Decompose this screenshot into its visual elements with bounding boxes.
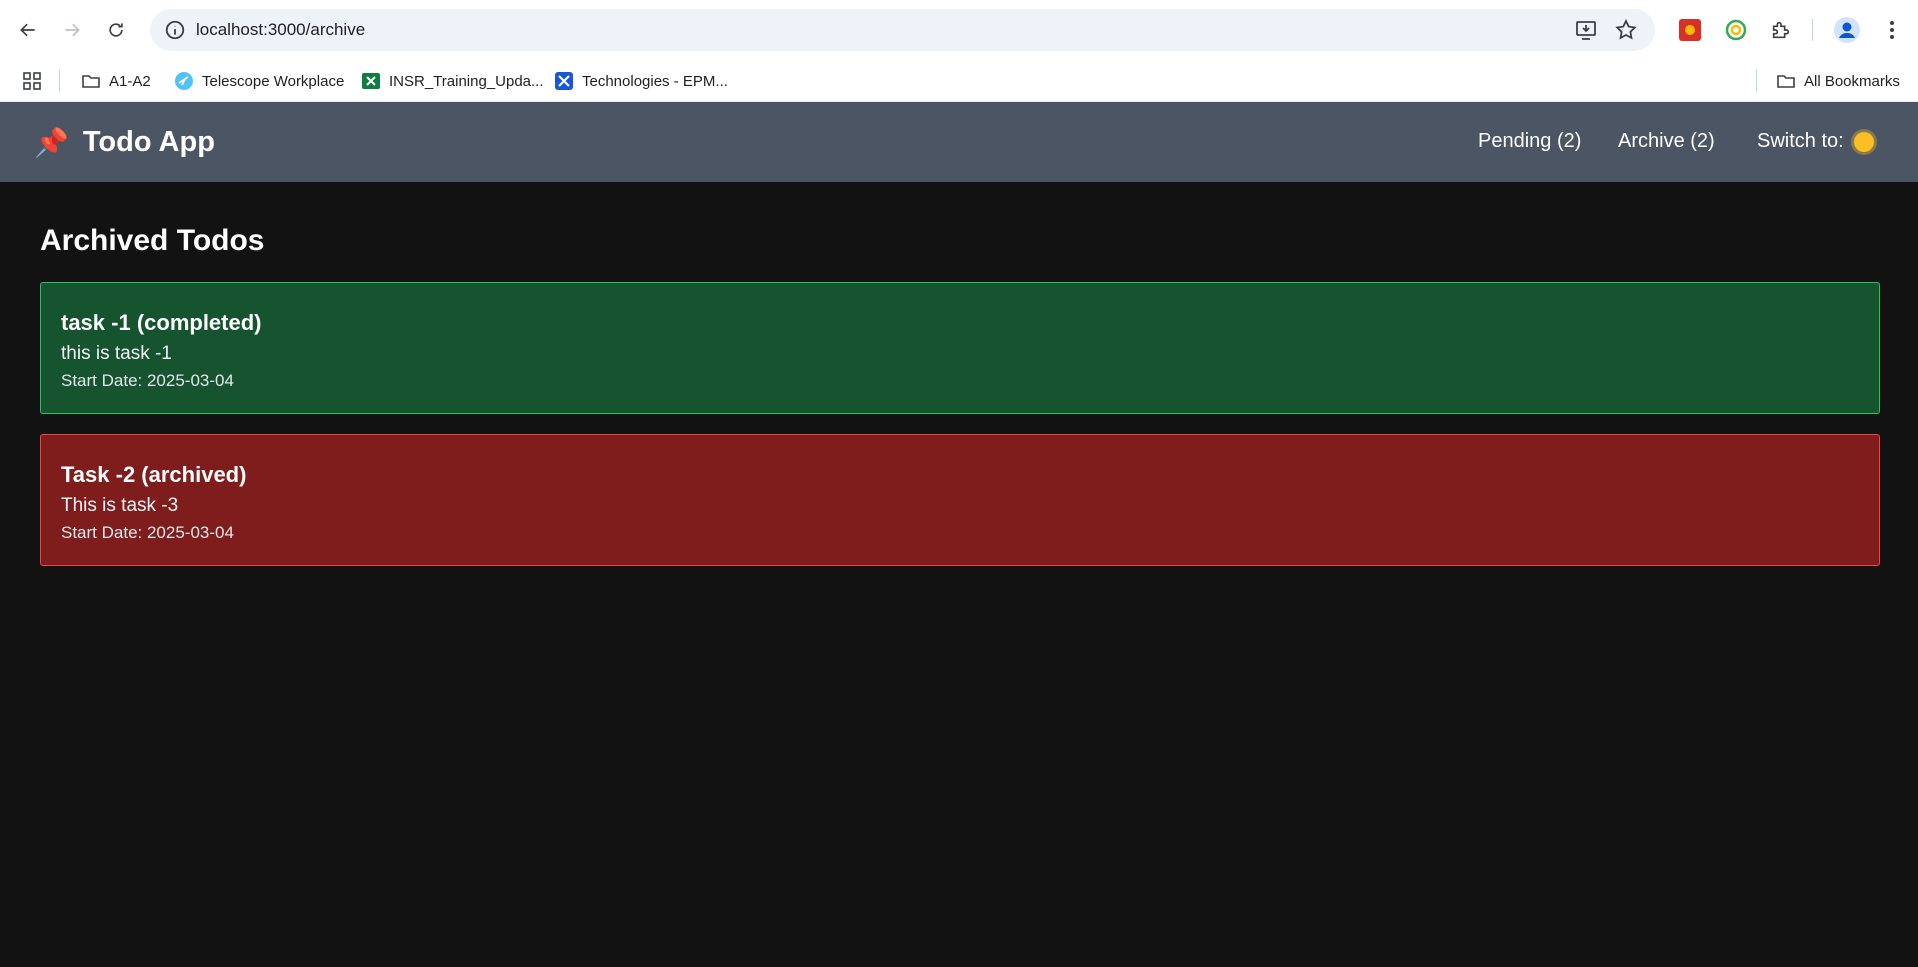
arrow-left-icon xyxy=(20,23,35,37)
nav-archive-link[interactable]: Archive (2) xyxy=(1618,130,1715,153)
todo-card-completed[interactable]: task -1 (completed) this is task -1 Star… xyxy=(40,282,1880,414)
address-bar[interactable] xyxy=(150,9,1655,51)
extension-red[interactable] xyxy=(1676,16,1704,44)
bookmark-a1-a2[interactable]: A1-A2 xyxy=(81,68,151,94)
bookmark-insr-training[interactable]: INSR_Training_Upda... xyxy=(361,68,544,94)
pushpin-icon: 📌 xyxy=(34,126,69,158)
install-app-icon[interactable] xyxy=(1574,18,1598,42)
app-title: Todo App xyxy=(82,125,215,158)
bookmark-label: A1-A2 xyxy=(109,72,151,90)
all-bookmarks-button[interactable]: All Bookmarks xyxy=(1776,68,1900,94)
todo-card-archived[interactable]: Task -2 (archived) This is task -3 Start… xyxy=(40,434,1880,566)
bookmark-divider xyxy=(59,70,60,92)
bookmarks-bar: A1-A2 Telescope Workplace INSR_Training_… xyxy=(0,60,1918,102)
bookmark-telescope[interactable]: Telescope Workplace xyxy=(174,68,344,94)
reload-button[interactable] xyxy=(98,12,134,48)
epm-icon xyxy=(555,72,573,90)
toolbar-divider xyxy=(1812,19,1813,41)
todo-description: this is task -1 xyxy=(61,343,172,364)
avatar-icon xyxy=(1834,17,1860,43)
theme-switch-button[interactable]: Switch to: xyxy=(1757,130,1874,153)
apps-grid-icon xyxy=(23,72,41,90)
folder-icon xyxy=(1777,75,1795,88)
bookmark-star-icon[interactable] xyxy=(1614,18,1638,42)
bookmark-divider xyxy=(1756,70,1757,92)
folder-icon xyxy=(82,75,100,88)
bookmark-technologies-epm[interactable]: Technologies - EPM... xyxy=(554,68,728,94)
sun-icon xyxy=(1853,131,1874,152)
theme-switch-label: Switch to: xyxy=(1757,130,1844,152)
apps-button[interactable] xyxy=(22,68,42,94)
app-header: 📌 Todo App Pending (2) Archive (2) Switc… xyxy=(0,102,1918,182)
extension-target[interactable] xyxy=(1722,16,1750,44)
extensions-button[interactable] xyxy=(1767,16,1795,44)
target-extension-icon xyxy=(1725,19,1747,41)
red-extension-icon xyxy=(1679,19,1701,41)
todo-start-date: Start Date: 2025-03-04 xyxy=(61,371,234,390)
todo-description: This is task -3 xyxy=(61,495,179,516)
bookmark-label: Telescope Workplace xyxy=(202,72,345,90)
bookmark-label: INSR_Training_Upda... xyxy=(389,72,544,90)
profile-button[interactable] xyxy=(1833,16,1861,44)
forward-button[interactable] xyxy=(54,12,90,48)
excel-icon xyxy=(362,73,380,89)
page-title: Archived Todos xyxy=(40,224,265,257)
back-button[interactable] xyxy=(10,12,46,48)
todo-start-date: Start Date: 2025-03-04 xyxy=(61,523,234,542)
browser-toolbar xyxy=(0,0,1918,60)
reload-icon xyxy=(109,23,123,37)
puzzle-icon xyxy=(1772,21,1790,39)
todo-title: task -1 (completed) xyxy=(61,310,262,335)
arrow-right-icon xyxy=(65,23,80,37)
todo-title: Task -2 (archived) xyxy=(61,462,247,487)
bookmark-label: Technologies - EPM... xyxy=(582,72,728,90)
nav-pending-link[interactable]: Pending (2) xyxy=(1478,130,1581,153)
all-bookmarks-label: All Bookmarks xyxy=(1804,72,1900,90)
browser-menu-button[interactable] xyxy=(1878,16,1906,44)
site-info-icon[interactable] xyxy=(164,19,186,41)
app-brand[interactable]: 📌 Todo App xyxy=(34,122,215,162)
url-input[interactable] xyxy=(196,16,1496,44)
telescope-icon xyxy=(175,72,193,90)
kebab-menu-icon xyxy=(1890,21,1894,39)
